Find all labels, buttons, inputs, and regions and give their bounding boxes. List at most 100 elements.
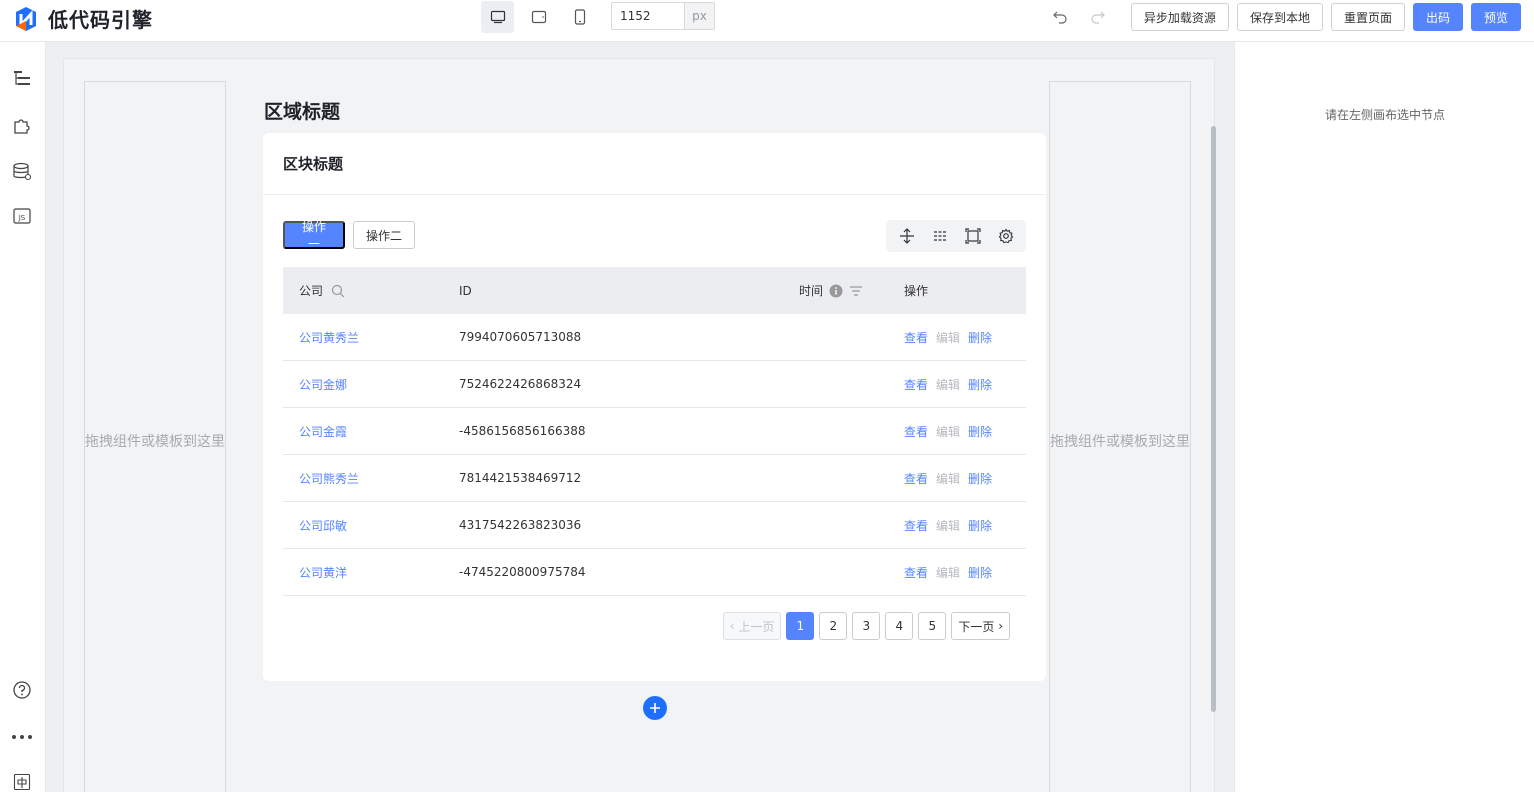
operation-one-button[interactable]: 操作一 — [283, 220, 345, 251]
save-local-button[interactable]: 保存到本地 — [1236, 3, 1323, 31]
edit-link[interactable]: 编辑 — [936, 376, 960, 393]
edit-link[interactable]: 编辑 — [936, 517, 960, 534]
language-switch-icon[interactable] — [11, 771, 33, 792]
svg-text:JS: JS — [18, 214, 26, 222]
mobile-view-button[interactable] — [563, 1, 596, 33]
pagination: ‹ 上一页 1 2 3 4 5 下一页 › — [722, 612, 1010, 640]
view-link[interactable]: 查看 — [904, 423, 928, 440]
company-link[interactable]: 公司黄洋 — [299, 564, 347, 581]
edit-link[interactable]: 编辑 — [936, 470, 960, 487]
edit-link[interactable]: 编辑 — [936, 423, 960, 440]
canvas-width-input[interactable] — [612, 3, 684, 29]
id-cell: 7524622426868324 — [459, 377, 582, 391]
row-actions: 查看 编辑 删除 — [888, 423, 1026, 440]
undo-icon[interactable] — [1052, 8, 1068, 24]
async-load-button[interactable]: 异步加载资源 — [1130, 3, 1229, 31]
view-link[interactable]: 查看 — [904, 564, 928, 581]
company-link[interactable]: 公司熊秀兰 — [299, 470, 359, 487]
select-node-hint: 请在左侧画布选中节点 — [1324, 108, 1445, 122]
canvas-scrollbar[interactable] — [1211, 126, 1216, 712]
company-link[interactable]: 公司邱敏 — [299, 517, 347, 534]
table-header: 公司 ID 时间 操作 — [283, 267, 1026, 314]
header-time: 时间 — [783, 282, 888, 299]
fullscreen-icon[interactable] — [963, 226, 983, 246]
settings-gear-icon[interactable] — [996, 226, 1016, 246]
id-cell: -4745220800975784 — [459, 565, 586, 579]
outline-tree-icon[interactable] — [11, 67, 33, 89]
operation-two-button[interactable]: 操作二 — [353, 221, 415, 249]
desktop-icon — [490, 10, 505, 24]
page-3-button[interactable]: 3 — [852, 612, 881, 640]
settings-panel: 请在左侧画布选中节点 — [1234, 42, 1534, 792]
help-icon[interactable] — [11, 679, 33, 701]
more-icon[interactable] — [11, 726, 33, 748]
add-block-button[interactable] — [643, 696, 667, 720]
header-company: 公司 — [283, 282, 443, 299]
edit-link[interactable]: 编辑 — [936, 564, 960, 581]
row-actions: 查看 编辑 删除 — [888, 329, 1026, 346]
block-card: 区块标题 操作一 操作二 公司 ID 时间 操作 公司黄秀兰 799407060… — [263, 133, 1046, 681]
table-row: 公司熊秀兰 7814421538469712 查看 编辑 删除 — [283, 455, 1026, 502]
tablet-view-button[interactable] — [522, 1, 555, 33]
tablet-icon — [531, 10, 546, 24]
export-code-button[interactable]: 出码 — [1412, 3, 1463, 31]
desktop-view-button[interactable] — [481, 1, 514, 33]
js-code-icon[interactable]: JS — [11, 205, 33, 227]
page-5-button[interactable]: 5 — [918, 612, 947, 640]
delete-link[interactable]: 删除 — [968, 329, 992, 346]
region-title: 区域标题 — [264, 101, 341, 123]
view-link[interactable]: 查看 — [904, 329, 928, 346]
delete-link[interactable]: 删除 — [968, 470, 992, 487]
page-2-button[interactable]: 2 — [819, 612, 848, 640]
row-height-icon[interactable] — [897, 226, 917, 246]
block-divider — [263, 194, 1046, 195]
filter-icon[interactable] — [849, 284, 863, 298]
view-link[interactable]: 查看 — [904, 470, 928, 487]
prev-page-button[interactable]: ‹ 上一页 — [722, 612, 782, 640]
data-source-icon[interactable] — [11, 160, 33, 182]
header-company-label: 公司 — [299, 284, 324, 298]
components-icon[interactable] — [11, 114, 33, 136]
row-actions: 查看 编辑 删除 — [888, 470, 1026, 487]
preview-button[interactable]: 预览 — [1470, 3, 1521, 31]
logo-icon — [14, 6, 38, 32]
history-controls — [1052, 8, 1106, 24]
company-link[interactable]: 公司黄秀兰 — [299, 329, 359, 346]
right-drop-zone[interactable]: 拖拽组件或模板到这里 — [1049, 81, 1191, 792]
edit-link[interactable]: 编辑 — [936, 329, 960, 346]
company-link[interactable]: 公司金娜 — [299, 376, 347, 393]
info-icon — [829, 284, 843, 297]
delete-link[interactable]: 删除 — [968, 564, 992, 581]
company-link[interactable]: 公司金霞 — [299, 423, 347, 440]
page-4-button[interactable]: 4 — [885, 612, 914, 640]
row-actions: 查看 编辑 删除 — [888, 376, 1026, 393]
reset-page-button[interactable]: 重置页面 — [1330, 3, 1405, 31]
left-sidebar: JS — [0, 42, 46, 792]
next-page-button[interactable]: 下一页 › — [951, 612, 1010, 640]
view-link[interactable]: 查看 — [904, 517, 928, 534]
design-canvas: 拖拽组件或模板到这里 拖拽组件或模板到这里 区域标题 区块标题 操作一 操作二 — [46, 42, 1234, 792]
width-unit-label: px — [684, 3, 714, 29]
app-logo: 低代码引擎 — [14, 4, 153, 33]
top-toolbar: 低代码引擎 px 异步加载资源 保存到本地 重置页面 出码 预览 — [0, 0, 1534, 42]
delete-link[interactable]: 删除 — [968, 517, 992, 534]
column-settings-icon[interactable] — [930, 226, 950, 246]
data-table: 公司 ID 时间 操作 公司黄秀兰 7994070605713088 查看 编辑… — [283, 267, 1026, 596]
row-actions: 查看 编辑 删除 — [888, 517, 1026, 534]
view-link[interactable]: 查看 — [904, 376, 928, 393]
delete-link[interactable]: 删除 — [968, 423, 992, 440]
page-1-button[interactable]: 1 — [786, 612, 815, 640]
table-row: 公司黄洋 -4745220800975784 查看 编辑 删除 — [283, 549, 1026, 596]
delete-link[interactable]: 删除 — [968, 376, 992, 393]
chevron-right-icon: › — [994, 619, 1003, 633]
redo-icon[interactable] — [1090, 8, 1106, 24]
header-ops: 操作 — [904, 284, 929, 298]
search-icon[interactable] — [331, 284, 345, 298]
table-row: 公司邱敏 4317542263823036 查看 编辑 删除 — [283, 502, 1026, 549]
chevron-left-icon: ‹ — [729, 619, 739, 633]
table-row: 公司黄秀兰 7994070605713088 查看 编辑 删除 — [283, 314, 1026, 361]
mobile-icon — [574, 9, 585, 25]
left-drop-zone[interactable]: 拖拽组件或模板到这里 — [84, 81, 226, 792]
drop-hint-right: 拖拽组件或模板到这里 — [1050, 434, 1190, 450]
drop-hint-left: 拖拽组件或模板到这里 — [85, 434, 225, 450]
